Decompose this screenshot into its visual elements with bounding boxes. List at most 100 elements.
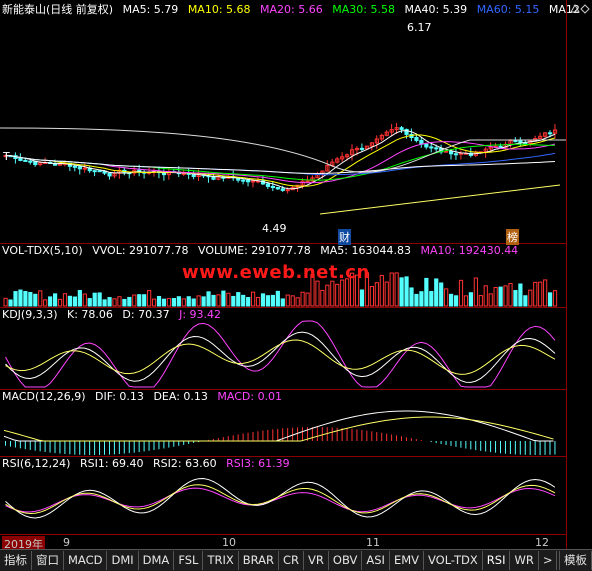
tab-16[interactable]: > (539, 551, 558, 570)
volume-bar (92, 292, 97, 307)
volume-bar (241, 294, 246, 307)
volume-bar (468, 292, 473, 307)
candlestick-chart[interactable] (0, 0, 566, 243)
volume-bar (394, 272, 399, 307)
ma20-line (5, 141, 556, 184)
rsi-pane[interactable]: RSI(6,12,24) RSI1: 69.40 RSI2: 63.60 RSI… (0, 456, 566, 534)
tab-14[interactable]: RSI (483, 551, 511, 570)
volume-bar (206, 291, 211, 307)
ma60-label: MA60: 5.15 (476, 3, 540, 16)
volume-bar (18, 289, 23, 307)
tab-3[interactable]: DMI (107, 551, 139, 570)
volume-bar (43, 299, 48, 307)
tab-11[interactable]: ASI (362, 551, 390, 570)
volume-label: VOLUME: 291077.78 (198, 244, 311, 257)
volume-bar (389, 272, 394, 307)
candle-body (23, 159, 28, 162)
volume-bar (315, 280, 320, 307)
macd-value-label: MACD: 0.01 (217, 390, 283, 403)
volume-bar (33, 293, 38, 307)
volume-bar (236, 292, 241, 307)
tab-17[interactable]: 模板 (559, 551, 592, 570)
macd-dif-line (3, 410, 554, 442)
volume-bar (221, 290, 226, 307)
macd-pane[interactable]: MACD(12,26,9) DIF: 0.13 DEA: 0.13 MACD: … (0, 389, 566, 457)
tab-13[interactable]: VOL-TDX (424, 551, 483, 570)
candle-body (444, 150, 449, 153)
ma10-label: MA10: 5.68 (187, 3, 251, 16)
volume-bar (57, 298, 63, 307)
tab-6[interactable]: TRIX (203, 551, 239, 570)
volume-bar (458, 279, 464, 307)
tab-9[interactable]: VR (304, 551, 329, 570)
vol-ma5-label: MA5: 163044.83 (320, 244, 411, 257)
tab-2[interactable]: MACD (64, 551, 108, 570)
tab-8[interactable]: CR (279, 551, 305, 570)
tab-4[interactable]: DMA (139, 551, 175, 570)
volume-bar (48, 296, 53, 307)
macd-indicator-name: MACD(12,26,9) (2, 390, 86, 403)
volume-bar (533, 281, 538, 307)
high-price-label: 6.17 (407, 21, 432, 34)
date-month-10: 10 (222, 536, 236, 549)
volume-bar (62, 293, 68, 307)
kdj-k-label: K: 78.06 (67, 308, 113, 321)
candle-body (18, 157, 23, 161)
volume-bar (87, 298, 92, 307)
candle-body (246, 179, 251, 183)
kdj-pane[interactable]: KDJ(9,3,3) K: 78.06 D: 70.37 J: 93.42 (0, 307, 566, 390)
volume-bar (152, 298, 157, 307)
volume-bar (300, 291, 305, 307)
tab-15[interactable]: WR (510, 551, 539, 570)
candle-body (82, 167, 87, 170)
volume-bar (399, 277, 404, 307)
volume-bar (142, 294, 147, 307)
candle-body (107, 172, 112, 177)
right-toolbar (566, 0, 592, 550)
tab-0[interactable]: 指标 (0, 551, 32, 570)
volume-bar (424, 277, 429, 307)
rsi1-label: RSI1: 69.40 (79, 457, 144, 470)
vol-indicator-name: VOL-TDX(5,10) (2, 244, 83, 257)
volume-bar (127, 296, 132, 307)
candle-body (251, 180, 256, 183)
vvol-label: VVOL: 291077.78 (92, 244, 189, 257)
volume-bar (404, 276, 409, 307)
tab-7[interactable]: BRAR (239, 551, 280, 570)
tab-1[interactable]: 窗口 (32, 551, 64, 570)
tab-5[interactable]: FSL (174, 551, 204, 570)
volume-bar (181, 298, 186, 307)
tab-12[interactable]: EMV (390, 551, 424, 570)
rsi2-label: RSI2: 63.60 (153, 457, 217, 470)
volume-bar (503, 285, 508, 307)
tab-10[interactable]: OBV (329, 551, 363, 570)
ma40-label: MA40: 5.39 (404, 3, 468, 16)
volume-bar (171, 298, 177, 307)
volume-bar (231, 295, 236, 307)
volume-bar (13, 291, 18, 307)
candle-body (275, 187, 280, 190)
candle-body (498, 145, 503, 148)
candle-body (518, 140, 523, 144)
price-chart-pane[interactable]: 新能泰山(日线 前复权) MA5: 5.79 MA10: 5.68 MA20: … (0, 0, 580, 245)
rsi3-line (5, 487, 556, 513)
volume-bar (216, 294, 221, 307)
volume-bar (478, 295, 483, 307)
volume-bar (453, 295, 459, 307)
stock-title: 新能泰山(日线 前复权) (2, 3, 114, 16)
candle-body (265, 183, 271, 187)
rsi2-line (5, 484, 556, 515)
candle-body (399, 127, 404, 130)
watermark: www.eweb.net.cn (182, 262, 370, 283)
candle-body (72, 165, 78, 168)
vol-ma10-label: MA10: 192430.44 (420, 244, 519, 257)
indicator-tab-bar: 指标 窗口 MACD DMI DMA FSL TRIX BRAR CR VR OBV ASI EMV VO… (0, 549, 592, 571)
kdj-d-line (5, 339, 556, 375)
volume-bar (488, 293, 493, 307)
volume-bar (518, 283, 523, 307)
expand-icons[interactable] (567, 0, 592, 20)
volume-bar (270, 294, 275, 307)
volume-bar (117, 296, 122, 307)
volume-bar (137, 294, 142, 307)
candle-body (97, 170, 102, 173)
